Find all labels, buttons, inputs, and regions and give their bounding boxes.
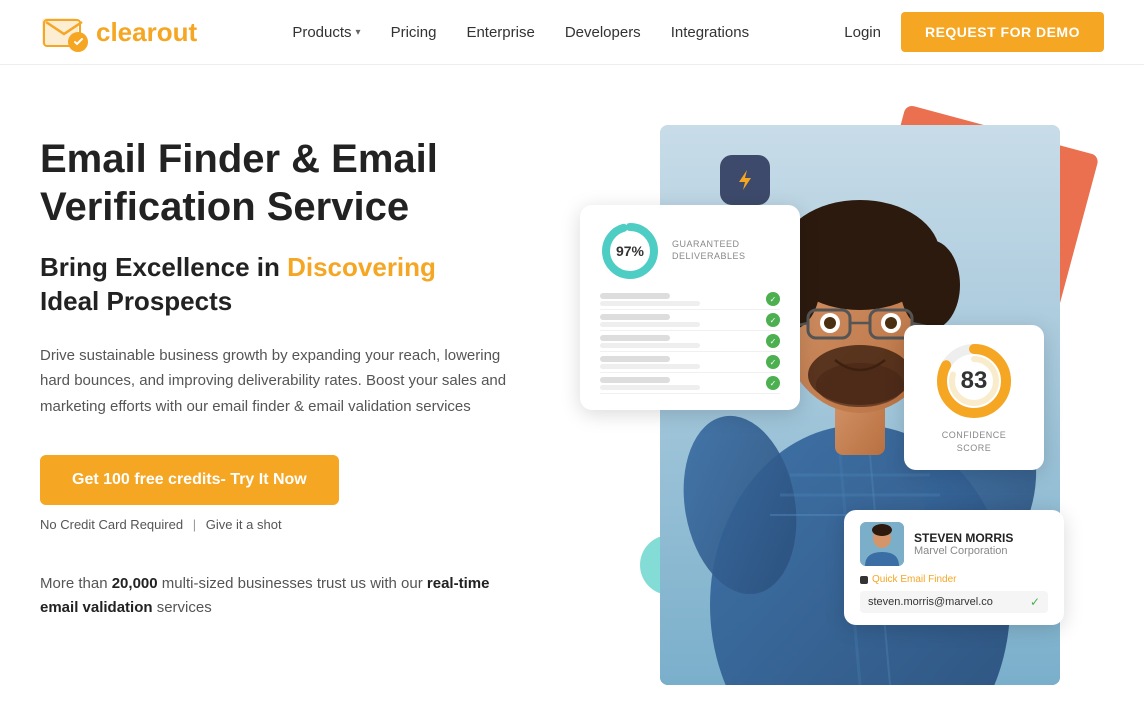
verified-check-icon: ✓ <box>1030 595 1040 609</box>
guaranteed-label: GUARANTEED DELIVERABLES <box>672 239 746 262</box>
nav-integrations[interactable]: Integrations <box>671 24 749 41</box>
table-row: ✓ <box>600 310 780 331</box>
cta-button[interactable]: Get 100 free credits- Try It Now <box>40 455 339 505</box>
steven-email: steven.morris@marvel.co ✓ <box>860 591 1048 613</box>
table-row: ✓ <box>600 373 780 394</box>
nav-actions: Login REQUEST FOR DEMO <box>844 12 1104 52</box>
lightning-card <box>720 155 770 205</box>
login-button[interactable]: Login <box>844 24 881 41</box>
deliverables-text: GUARANTEED DELIVERABLES <box>672 239 746 262</box>
logo-icon <box>40 12 88 52</box>
confidence-card: 83 CONFIDENCE SCORE <box>904 325 1044 470</box>
request-demo-button[interactable]: REQUEST FOR DEMO <box>901 12 1104 52</box>
header: clearout Products ▾ Pricing Enterprise D… <box>0 0 1144 65</box>
nav-developers[interactable]: Developers <box>565 24 641 41</box>
steven-info: STEVEN MORRIS Marvel Corporation <box>914 531 1048 557</box>
logo-text: clearout <box>96 17 197 48</box>
deliverables-percentage: 97% <box>616 243 644 259</box>
confidence-score: 83 <box>961 367 988 395</box>
hero-description: Drive sustainable business growth by exp… <box>40 343 530 420</box>
lightning-icon <box>731 166 759 194</box>
main-content: Email Finder & Email Verification Servic… <box>0 65 1144 725</box>
confidence-label: CONFIDENCE SCORE <box>924 429 1024 454</box>
badge-icon <box>860 576 868 584</box>
email-table: ✓ ✓ ✓ ✓ ✓ <box>600 289 780 394</box>
hero-left: Email Finder & Email Verification Servic… <box>40 125 560 620</box>
nav-enterprise[interactable]: Enterprise <box>466 24 534 41</box>
table-row: ✓ <box>600 331 780 352</box>
table-row: ✓ <box>600 352 780 373</box>
navigation: Products ▾ Pricing Enterprise Developers… <box>292 24 749 41</box>
hero-title: Email Finder & Email Verification Servic… <box>40 135 560 231</box>
credit-note: No Credit Card Required | Give it a shot <box>40 517 560 532</box>
steven-badge: Quick Email Finder <box>860 574 1048 585</box>
steven-morris-card: STEVEN MORRIS Marvel Corporation Quick E… <box>844 510 1064 625</box>
deliverables-card: 97% GUARANTEED DELIVERABLES ✓ ✓ <box>580 205 800 410</box>
chevron-down-icon: ▾ <box>356 27 361 38</box>
avatar <box>860 522 904 566</box>
hero-subtitle: Bring Excellence in Discovering Ideal Pr… <box>40 251 560 319</box>
logo[interactable]: clearout <box>40 12 197 52</box>
deliverables-header: 97% GUARANTEED DELIVERABLES <box>600 221 780 281</box>
table-row: ✓ <box>600 289 780 310</box>
hero-visual: 97% GUARANTEED DELIVERABLES ✓ ✓ <box>560 125 1104 685</box>
trust-text: More than 20,000 multi-sized businesses … <box>40 572 520 620</box>
steven-profile: STEVEN MORRIS Marvel Corporation <box>860 522 1048 566</box>
steven-name: STEVEN MORRIS <box>914 531 1048 545</box>
deliverables-donut: 97% <box>600 221 660 281</box>
nav-products[interactable]: Products ▾ <box>292 24 360 41</box>
steven-company: Marvel Corporation <box>914 545 1048 557</box>
confidence-donut: 83 <box>934 341 1014 421</box>
nav-pricing[interactable]: Pricing <box>391 24 437 41</box>
